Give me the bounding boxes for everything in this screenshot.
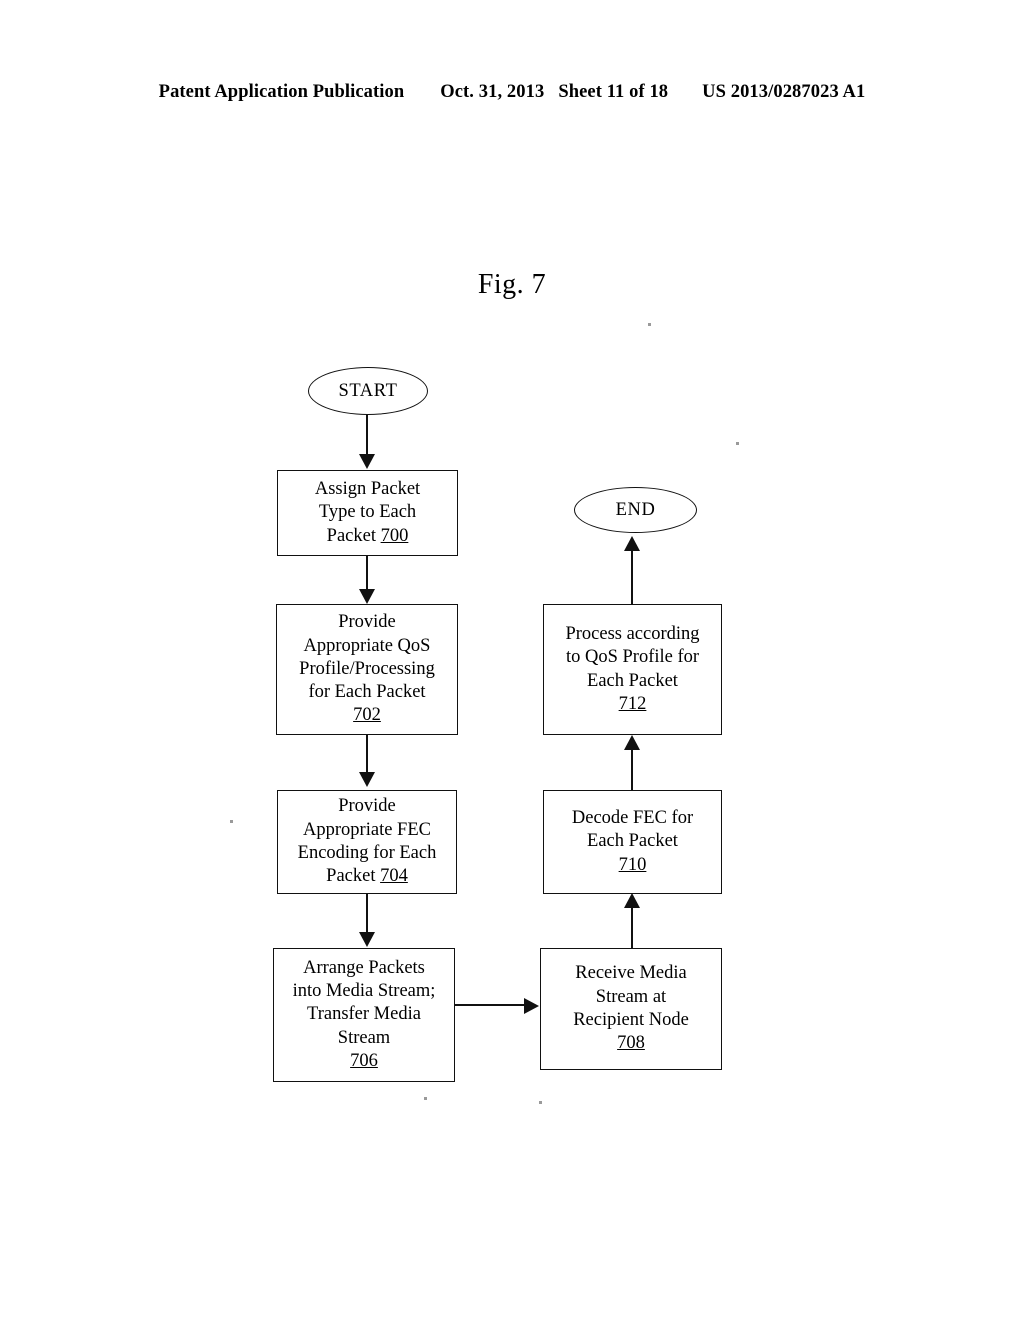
scan-artifact [736,442,739,445]
node-702-line-2: Appropriate QoS [303,635,431,656]
scan-artifact [230,820,233,823]
edge-710-to-712-shaft [631,748,634,794]
node-700-reference: 700 [380,525,409,546]
node-704-line-4-text: Packet [326,866,381,887]
node-702-line-1: Provide [338,612,396,633]
node-704-line-2: Appropriate FEC [303,819,431,840]
edge-708-to-710-arrowhead [624,893,640,908]
scan-artifact [648,323,651,326]
edge-702-to-704-arrowhead [359,772,375,787]
node-708-reference: 708 [617,1033,645,1054]
node-712-line-2: to QoS Profile for [565,647,700,668]
node-712-reference-line: 712 [619,693,647,716]
node-708-line-1: Receive Media [575,963,687,984]
node-704-reference: 704 [380,866,408,887]
node-712-line-1: Process according [565,623,700,644]
edge-start-to-700-shaft [366,414,369,456]
edge-712-to-end-shaft [631,549,634,605]
node-702-line-4: for Each Packet [308,682,426,703]
node-706-line-4: Stream [337,1027,391,1048]
node-706-reference: 706 [350,1050,378,1071]
node-704-line-1: Provide [338,796,396,817]
edge-700-to-702-arrowhead [359,589,375,604]
node-702-reference-line: 702 [353,704,381,727]
edge-706-to-708-arrowhead [524,998,539,1014]
node-700-line-1: Assign Packet [314,479,421,500]
node-710-reference-line: 710 [619,854,647,877]
node-700-line-3: Packet 700 [327,525,409,548]
node-step-708[interactable]: Receive Media Stream at Recipient Node 7… [540,948,722,1070]
scan-artifact [424,1097,427,1100]
node-step-700[interactable]: Assign Packet Type to Each Packet 700 [277,470,458,556]
node-712-line-3: Each Packet [587,670,678,691]
edge-708-to-710-shaft [631,906,634,952]
node-710-line-1: Decode FEC for [571,808,694,829]
node-step-704[interactable]: Provide Appropriate FEC Encoding for Eac… [277,790,457,894]
flowchart-diagram: START Assign Packet Type to Each Packet … [0,0,1024,1320]
node-702-reference: 702 [353,705,381,726]
node-708-reference-line: 708 [617,1032,645,1055]
node-700-line-3-text: Packet [326,525,381,546]
node-start-label: START [338,380,398,401]
node-706-reference-line: 706 [350,1050,378,1073]
node-704-line-3: Encoding for Each [297,843,437,863]
edge-712-to-end-arrowhead [624,536,640,551]
node-706-line-3: Transfer Media [307,1004,421,1025]
edge-702-to-704-shaft [366,735,369,775]
node-702-line-3: Profile/Processing [299,658,435,679]
node-step-706[interactable]: Arrange Packets into Media Stream; Trans… [273,948,455,1082]
scan-artifact [539,1101,542,1104]
node-710-reference: 710 [618,854,647,875]
node-706-line-2: into Media Stream; [292,981,436,1002]
node-708-line-2: Stream at [595,986,667,1007]
edge-706-to-708-shaft [455,1004,527,1007]
edge-start-to-700-arrowhead [359,454,375,469]
node-end-label: END [615,499,656,520]
node-710-line-2: Each Packet [587,831,678,852]
node-end[interactable]: END [574,487,697,533]
node-712-reference: 712 [618,693,647,714]
node-704-line-4: Packet 704 [326,865,408,888]
edge-704-to-706-shaft [366,894,369,936]
node-700-line-2: Type to Each [318,502,417,523]
edge-704-to-706-arrowhead [359,932,375,947]
node-step-702[interactable]: Provide Appropriate QoS Profile/Processi… [276,604,458,735]
node-708-line-3: Recipient Node [573,1010,689,1030]
edge-710-to-712-arrowhead [624,735,640,750]
node-706-line-1: Arrange Packets [303,957,425,978]
node-step-710[interactable]: Decode FEC for Each Packet 710 [543,790,722,894]
node-start[interactable]: START [308,367,428,415]
node-step-712[interactable]: Process according to QoS Profile for Eac… [543,604,722,735]
